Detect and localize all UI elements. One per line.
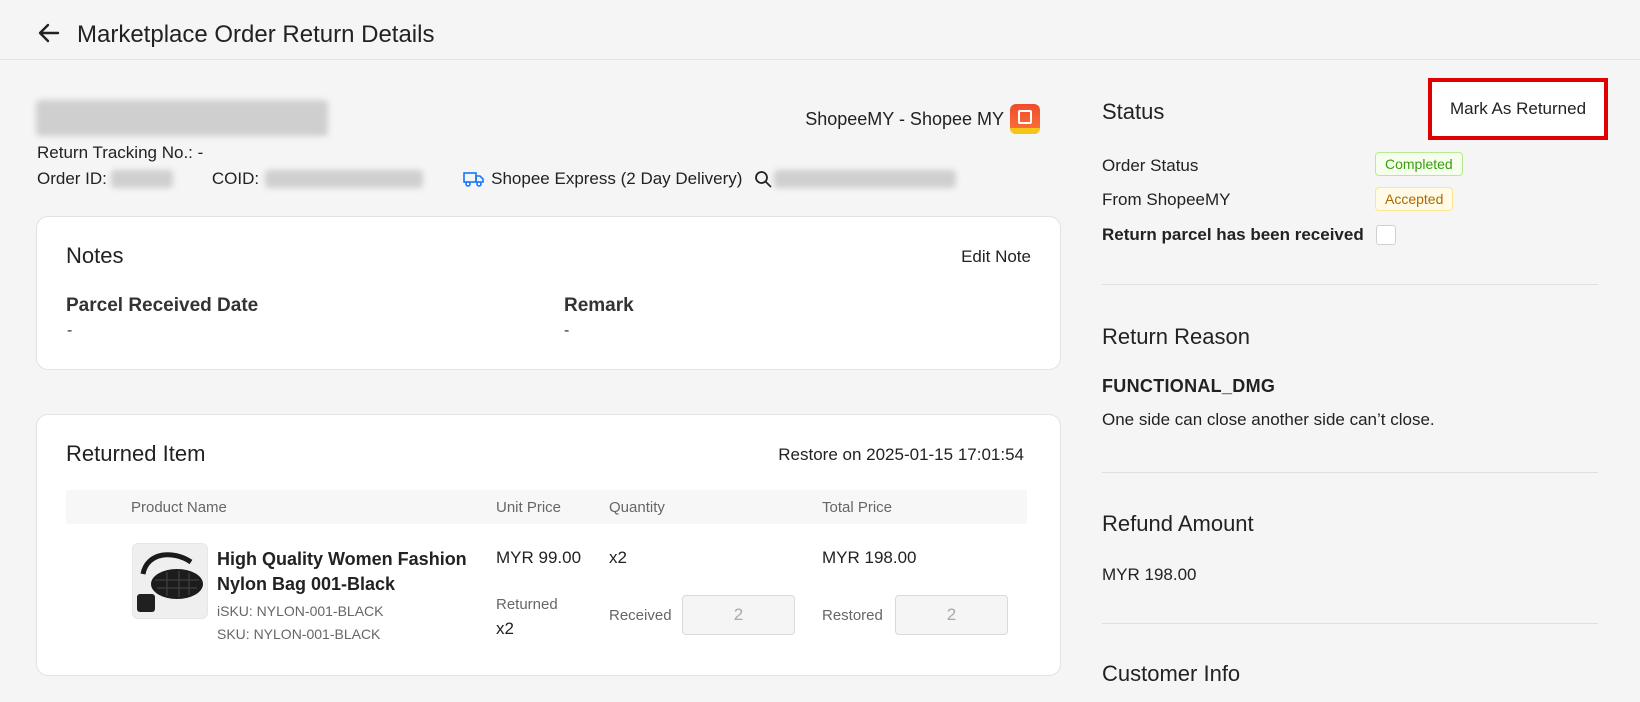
parcel-received-value: - bbox=[67, 322, 73, 339]
restored-qty-input[interactable]: 2 bbox=[895, 595, 1008, 635]
order-id-label: Order ID: bbox=[37, 169, 107, 188]
product-isku: iSKU: NYLON-001-BLACK bbox=[217, 603, 384, 619]
return-tracking-no: Return Tracking No.: - bbox=[37, 143, 204, 162]
top-bar: Marketplace Order Return Details bbox=[0, 0, 1640, 60]
received-label: Received bbox=[609, 607, 672, 624]
status-panel: Status Mark As Returned Order Status Com… bbox=[1102, 60, 1608, 702]
table-header: Product Name Unit Price Quantity Total P… bbox=[66, 490, 1027, 524]
order-info-line: Order ID: COID: Shopee Express (2 Day De… bbox=[37, 169, 957, 189]
shopee-logo-icon bbox=[1010, 104, 1040, 134]
divider bbox=[1102, 284, 1598, 285]
return-reason-code: FUNCTIONAL_DMG bbox=[1102, 376, 1276, 396]
arrow-left-icon[interactable] bbox=[36, 20, 62, 46]
mark-as-returned-button[interactable]: Mark As Returned bbox=[1428, 78, 1608, 140]
return-reason-title: Return Reason bbox=[1102, 324, 1250, 349]
column-header: Quantity bbox=[609, 499, 665, 516]
divider bbox=[1102, 472, 1598, 473]
courier-name: Shopee Express (2 Day Delivery) bbox=[491, 169, 743, 188]
column-header: Product Name bbox=[131, 499, 227, 516]
return-reason-text: One side can close another side can’t cl… bbox=[1102, 410, 1435, 429]
truck-icon bbox=[463, 172, 484, 187]
returned-item-card: Returned Item Restore on 2025-01-15 17:0… bbox=[36, 414, 1061, 676]
returned-value: x2 bbox=[496, 619, 514, 638]
order-status-label: Order Status bbox=[1102, 156, 1199, 175]
page-title: Marketplace Order Return Details bbox=[77, 21, 435, 48]
restored-label: Restored bbox=[822, 607, 883, 624]
product-name[interactable]: High Quality Women Fashion Nylon Bag 001… bbox=[217, 547, 477, 597]
courier-info: Shopee Express (2 Day Delivery) bbox=[463, 169, 742, 189]
restore-on-date: Restore on 2025-01-15 17:01:54 bbox=[778, 445, 1024, 464]
tracking-redacted bbox=[774, 170, 957, 188]
from-shopee-badge: Accepted bbox=[1375, 187, 1454, 211]
notes-card: Notes Edit Note Parcel Received Date - R… bbox=[36, 216, 1061, 370]
search-icon[interactable] bbox=[754, 170, 772, 188]
total-price: MYR 198.00 bbox=[822, 548, 917, 567]
divider bbox=[1102, 623, 1598, 624]
coid-redacted bbox=[265, 170, 424, 188]
returned-item-title: Returned Item bbox=[66, 441, 206, 466]
received-qty-input[interactable]: 2 bbox=[682, 595, 795, 635]
returned-label: Returned bbox=[496, 596, 558, 613]
customer-name-redacted bbox=[36, 100, 328, 136]
unit-price: MYR 99.00 bbox=[496, 548, 582, 567]
order-id-redacted bbox=[110, 170, 173, 188]
from-shopee-label: From ShopeeMY bbox=[1102, 190, 1231, 209]
status-title: Status bbox=[1102, 99, 1165, 124]
column-header: Total Price bbox=[822, 499, 893, 516]
refund-amount-title: Refund Amount bbox=[1102, 511, 1254, 536]
refund-amount-value: MYR 198.00 bbox=[1102, 565, 1197, 584]
bag-image bbox=[133, 544, 207, 618]
customer-info-title: Customer Info bbox=[1102, 661, 1241, 686]
quantity: x2 bbox=[609, 548, 627, 567]
remark-label: Remark bbox=[564, 295, 634, 316]
product-image[interactable] bbox=[132, 543, 208, 619]
remark-value: - bbox=[564, 322, 570, 339]
parcel-received-label: Parcel Received Date bbox=[66, 295, 259, 316]
edit-note-button[interactable]: Edit Note bbox=[961, 247, 1031, 267]
return-parcel-received-checkbox[interactable] bbox=[1376, 225, 1396, 245]
order-status-badge: Completed bbox=[1375, 152, 1463, 176]
platform-label: ShopeeMY - Shopee MY bbox=[805, 104, 1040, 134]
coid-label: COID: bbox=[211, 169, 260, 188]
notes-title: Notes bbox=[66, 243, 124, 268]
column-header: Unit Price bbox=[496, 499, 562, 516]
return-parcel-received-label: Return parcel has been received bbox=[1102, 225, 1364, 244]
product-sku: SKU: NYLON-001-BLACK bbox=[217, 626, 381, 642]
platform-name: ShopeeMY - Shopee MY bbox=[805, 108, 1004, 129]
